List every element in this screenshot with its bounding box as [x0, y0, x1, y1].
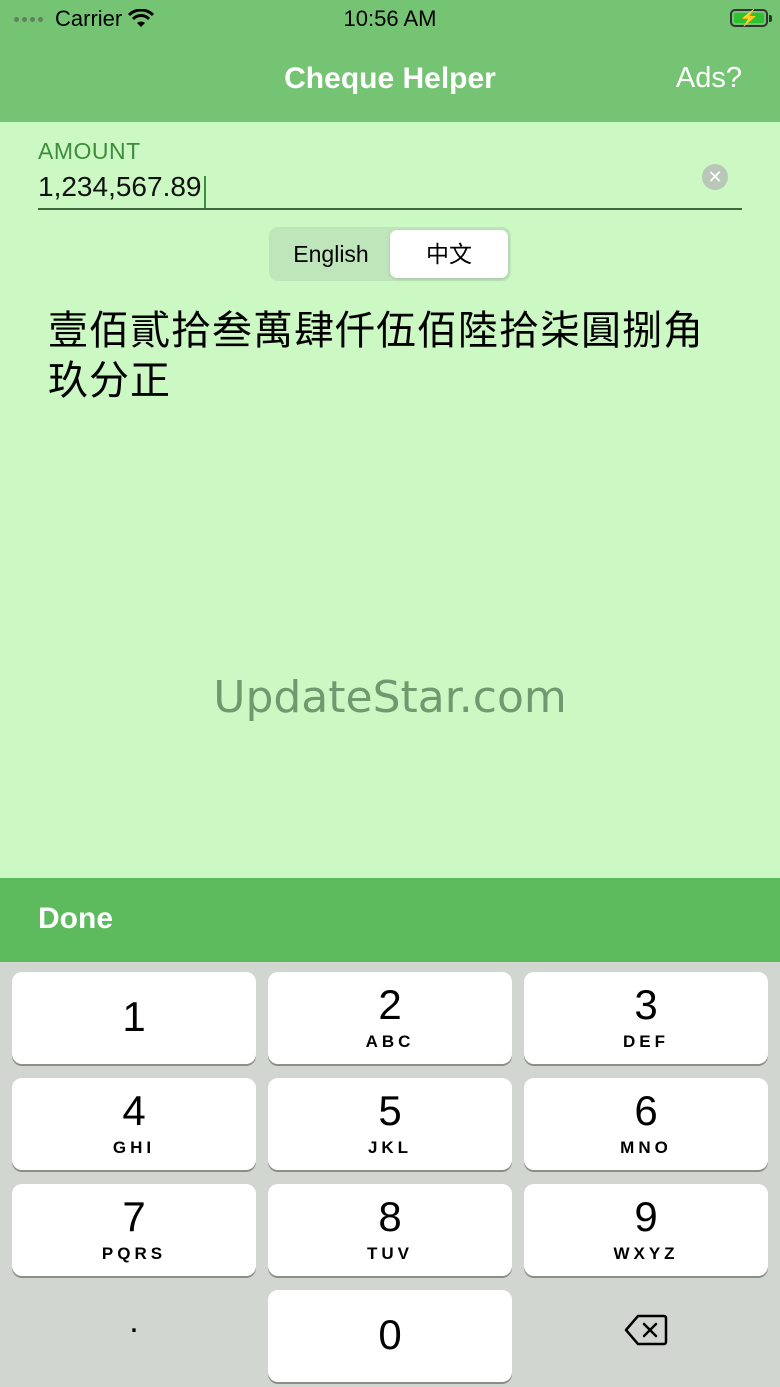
ads-button[interactable]: Ads?	[676, 62, 742, 95]
key-3[interactable]: 3 DEF	[524, 972, 768, 1064]
language-segmented-control: English 中文	[269, 227, 511, 281]
key-number: 6	[634, 1087, 658, 1134]
key-number: 7	[122, 1193, 146, 1240]
cheque-words-output: 壹佰貳拾叁萬肆仟伍佰陸拾柒圓捌角玖分正	[48, 309, 704, 403]
navigation-bar: Cheque Helper Ads?	[0, 40, 780, 122]
number-keypad: 1 2 ABC 3 DEF 4 GHI 5 JKL 6 MNO 7 PQRS 8…	[0, 962, 780, 1387]
key-7[interactable]: 7 PQRS	[12, 1184, 256, 1276]
key-letters: DEF	[623, 1032, 669, 1051]
key-number: 1	[122, 993, 146, 1040]
key-letters: TUV	[367, 1244, 413, 1263]
keyboard-accessory-bar: Done	[0, 878, 780, 962]
clear-circle-icon[interactable]: ✕	[702, 164, 728, 190]
amount-input[interactable]: 1,234,567.89 ✕	[38, 164, 742, 210]
key-number: 9	[634, 1193, 658, 1240]
key-5[interactable]: 5 JKL	[268, 1078, 512, 1170]
key-letters: MNO	[620, 1138, 672, 1157]
key-letters: ABC	[365, 1032, 415, 1051]
done-button[interactable]: Done	[38, 902, 113, 936]
segment-chinese[interactable]: 中文	[390, 230, 508, 278]
amount-label: AMOUNT	[38, 138, 141, 164]
key-0[interactable]: 0	[268, 1290, 512, 1382]
key-number: 3	[634, 981, 658, 1028]
key-4[interactable]: 4 GHI	[12, 1078, 256, 1170]
key-6[interactable]: 6 MNO	[524, 1078, 768, 1170]
key-1[interactable]: 1	[12, 972, 256, 1064]
status-bar: Carrier 10:56 AM ⚡	[0, 0, 780, 40]
key-letters: WXYZ	[613, 1244, 679, 1263]
text-caret	[203, 175, 206, 208]
backspace-icon[interactable]	[524, 1314, 768, 1351]
battery-charging-icon: ⚡	[730, 9, 772, 27]
amount-value: 1,234,567.89	[38, 171, 202, 202]
key-number: 0	[378, 1311, 402, 1358]
key-letters: PQRS	[101, 1244, 167, 1263]
segment-english[interactable]: English	[272, 230, 390, 278]
key-letters: GHI	[112, 1138, 156, 1157]
key-number: 4	[122, 1087, 146, 1134]
key-2[interactable]: 2 ABC	[268, 972, 512, 1064]
key-letters: JKL	[367, 1138, 413, 1157]
key-9[interactable]: 9 WXYZ	[524, 1184, 768, 1276]
status-time: 10:56 AM	[343, 6, 437, 31]
key-number: 5	[378, 1087, 402, 1134]
key-number: 2	[378, 981, 402, 1028]
page-title: Cheque Helper	[284, 62, 496, 95]
decimal-key[interactable]: .	[12, 1302, 256, 1341]
watermark: UpdateStar.com	[213, 672, 567, 723]
key-8[interactable]: 8 TUV	[268, 1184, 512, 1276]
key-number: 8	[378, 1193, 402, 1240]
